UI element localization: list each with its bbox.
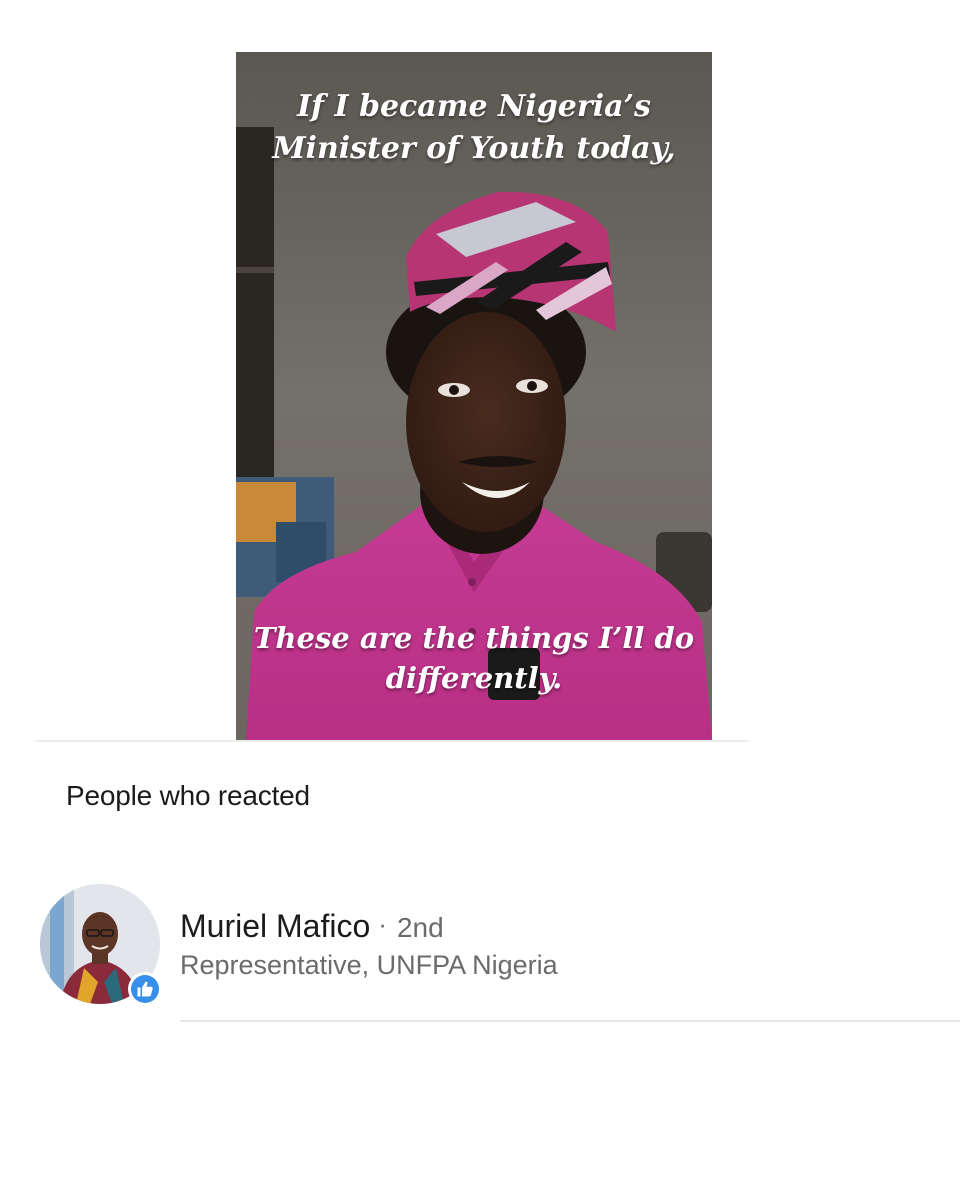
like-reaction-badge <box>128 972 162 1006</box>
post-video-thumbnail[interactable]: If I became Nigeria’s Minister of Youth … <box>236 52 712 740</box>
reactor-name[interactable]: Muriel Mafico <box>180 908 370 944</box>
reactor-list-item[interactable]: Muriel Mafico · 2nd Representative, UNFPA … <box>0 870 960 1020</box>
like-icon <box>131 975 159 1003</box>
reactor-headline: Representative, UNFPA Nigeria <box>180 950 558 980</box>
reactor-name-row: Muriel Mafico · 2nd <box>180 908 444 945</box>
list-divider <box>180 1020 960 1022</box>
video-caption-bottom: These are the things I’ll do differently… <box>253 621 695 695</box>
connection-degree: 2nd <box>396 912 444 943</box>
section-divider <box>36 740 748 742</box>
video-caption-top: If I became Nigeria’s Minister of Youth … <box>272 89 676 166</box>
name-separator: · <box>378 909 387 939</box>
section-title: People who reacted <box>66 780 310 811</box>
